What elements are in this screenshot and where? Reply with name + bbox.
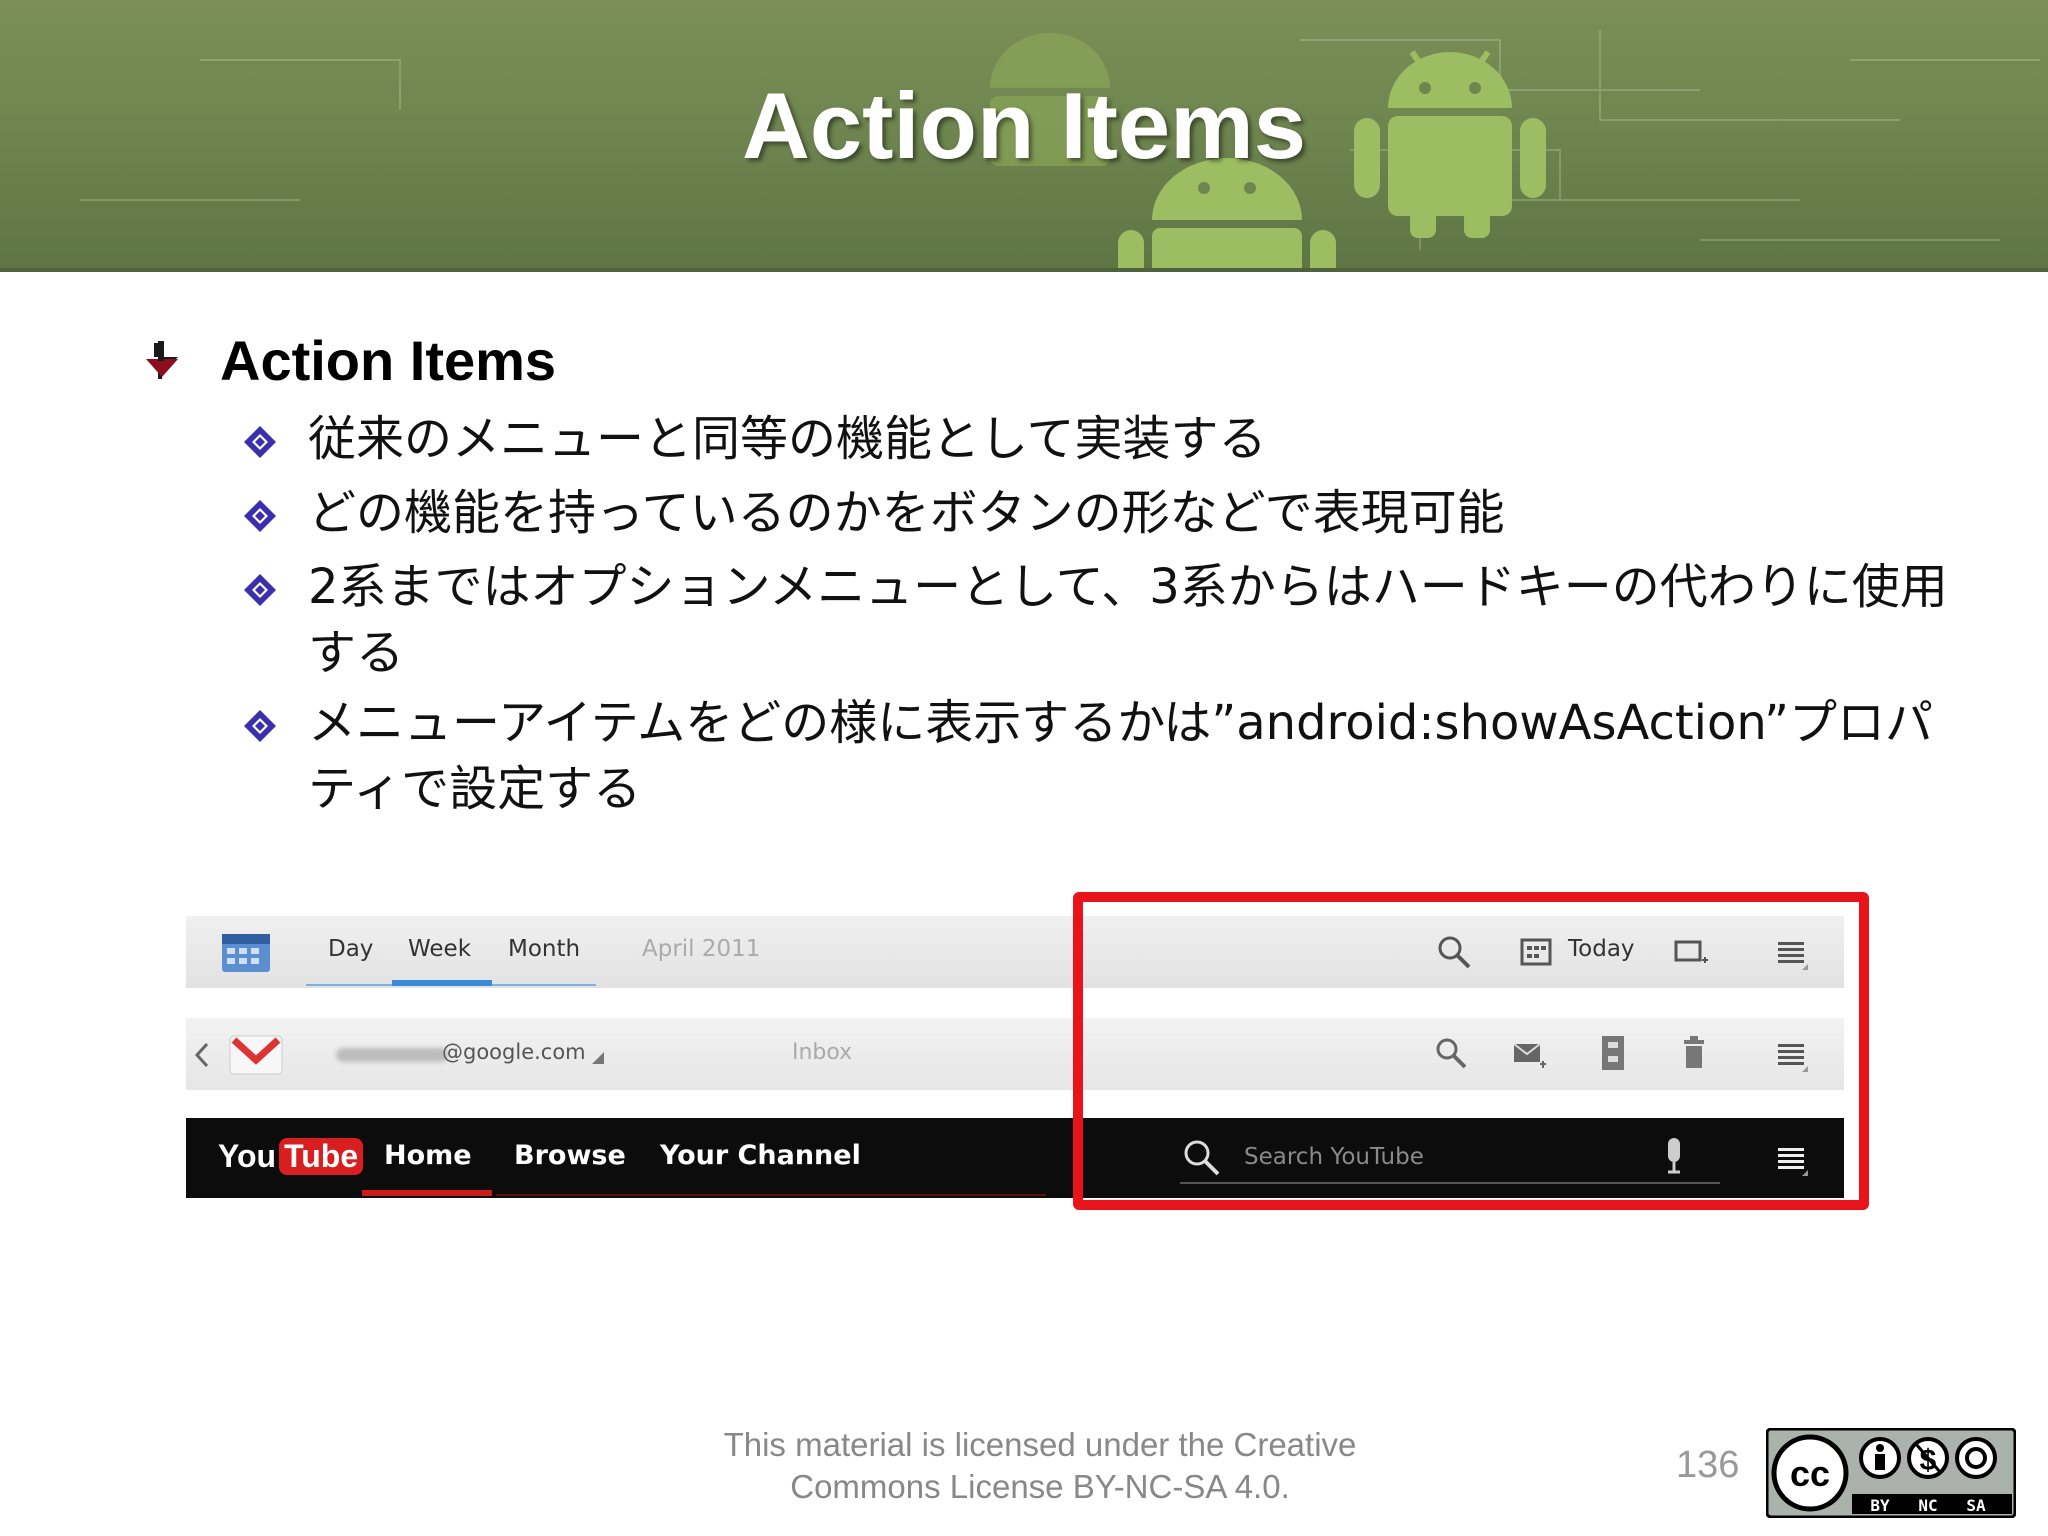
youtube-logo-tube: Tube xyxy=(279,1138,364,1175)
cc-license-badge: cc $ BY NC SA xyxy=(1765,1427,2017,1519)
cc-by-nc-sa-logo: cc $ BY NC SA xyxy=(1765,1427,2017,1519)
calendar-date: April 2011 xyxy=(642,936,761,962)
nav-browse[interactable]: Browse xyxy=(514,1140,626,1171)
main-bullet-text: Action Items xyxy=(220,329,557,392)
nav-home[interactable]: Home xyxy=(384,1140,472,1171)
account-email[interactable]: @google.com xyxy=(442,1040,586,1064)
cc-sa-label: SA xyxy=(1966,1496,1986,1515)
sub-bullet-text: 従来のメニューと同等の機能として実装する xyxy=(308,411,1267,467)
license-line-1: This material is licensed under the Crea… xyxy=(723,1426,1357,1463)
selected-tab-indicator xyxy=(392,980,492,986)
folder-label: Inbox xyxy=(792,1040,853,1065)
tab-month[interactable]: Month xyxy=(508,936,580,962)
nav-your-channel[interactable]: Your Channel xyxy=(660,1140,861,1171)
main-bullet: Action Items xyxy=(140,328,556,393)
diamond-bullet-icon xyxy=(244,426,276,458)
sub-bullet-text: どの機能を持っているのかをボタンの形などで表現可能 xyxy=(308,485,1505,541)
redacted-email-name xyxy=(336,1048,448,1062)
youtube-logo: You Tube xyxy=(218,1138,364,1175)
sub-bullet: 従来のメニューと同等の機能として実装する xyxy=(242,406,1962,472)
back-chevron-icon[interactable] xyxy=(192,1040,212,1070)
tab-day[interactable]: Day xyxy=(328,936,373,962)
nav-baseline xyxy=(496,1194,1046,1196)
header-banner: Action Items xyxy=(0,0,2048,272)
cc-nc-label: NC xyxy=(1918,1496,1937,1515)
selected-nav-indicator xyxy=(362,1190,492,1196)
diamond-bullet-icon xyxy=(244,500,276,532)
license-notice: This material is licensed under the Crea… xyxy=(640,1424,1440,1508)
sub-bullet: メニューアイテムをどの様に表示するかは”android:showAsAction… xyxy=(242,690,1962,822)
sub-bullet-text: 2系まではオプションメニューとして、3系からはハードキーの代わりに使用する xyxy=(308,559,1948,681)
calendar-app-icon xyxy=(222,934,270,972)
page-number: 136 xyxy=(1676,1444,1740,1486)
youtube-logo-you: You xyxy=(218,1138,277,1174)
gmail-app-icon xyxy=(229,1035,283,1075)
tab-week[interactable]: Week xyxy=(408,936,471,962)
sub-bullet: どの機能を持っているのかをボタンの形などで表現可能 xyxy=(242,480,1962,546)
diamond-bullet-icon xyxy=(244,574,276,606)
license-line-2: Commons License BY-NC-SA 4.0. xyxy=(790,1468,1290,1505)
svg-text:cc: cc xyxy=(1790,1453,1830,1494)
diamond-bullet-icon xyxy=(244,710,276,742)
cc-by-label: BY xyxy=(1870,1496,1890,1515)
dropdown-corner-icon[interactable] xyxy=(590,1050,606,1066)
slide-title: Action Items xyxy=(741,73,1307,178)
action-items-highlight-box xyxy=(1073,892,1869,1210)
sub-bullet: 2系まではオプションメニューとして、3系からはハードキーの代わりに使用する xyxy=(242,554,1962,686)
arrow-bullet-icon xyxy=(144,340,178,379)
sub-bullet-text: メニューアイテムをどの様に表示するかは”android:showAsAction… xyxy=(308,695,1934,817)
